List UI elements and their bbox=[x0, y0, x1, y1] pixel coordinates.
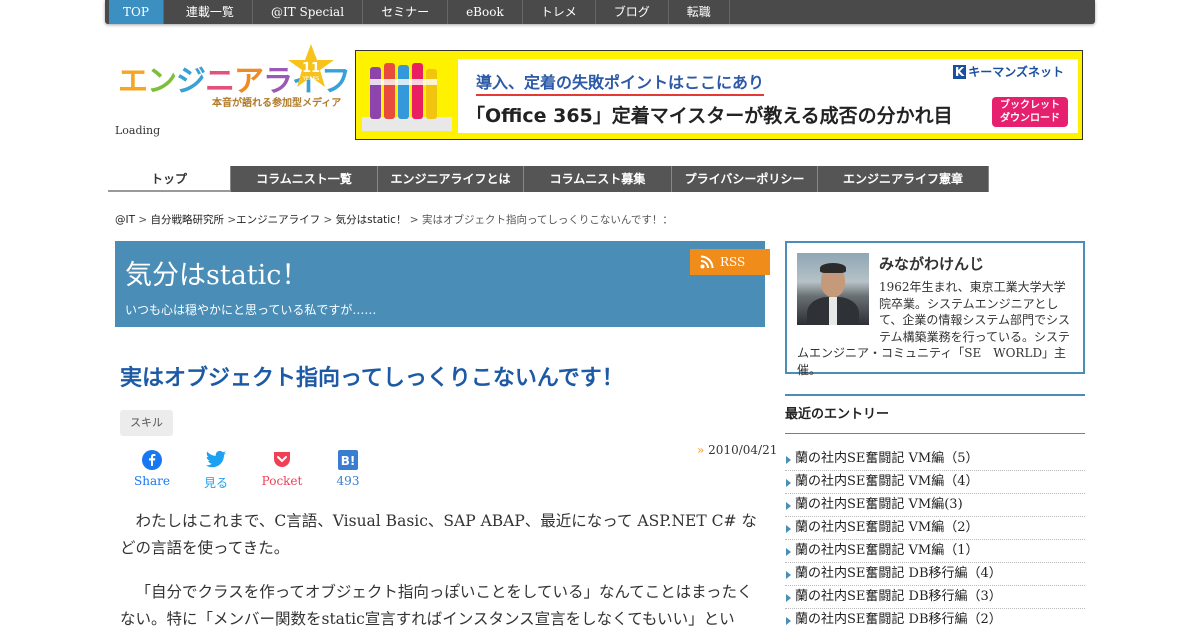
hatena-bookmark-icon: B! bbox=[338, 450, 358, 470]
global-nav-career[interactable]: 転職 bbox=[669, 0, 730, 24]
recent-entry[interactable]: 蘭の社内SE奮闘記 VM編（5） bbox=[785, 448, 1085, 471]
brand-mark-icon: K bbox=[952, 65, 967, 79]
breadcrumb-jibun[interactable]: 自分戦略研究所 bbox=[151, 214, 225, 226]
breadcrumb-current: 実はオブジェクト指向ってしっくりこないんです！： bbox=[421, 214, 673, 226]
share-pocket-label: Pocket bbox=[261, 474, 303, 488]
recent-entry[interactable]: 蘭の社内SE奮闘記 DB移行編（4） bbox=[785, 563, 1085, 586]
share-facebook[interactable]: Share bbox=[122, 450, 182, 488]
recent-entries-list: 蘭の社内SE奮闘記 VM編（5） 蘭の社内SE奮闘記 VM編（4） 蘭の社内SE… bbox=[785, 448, 1085, 630]
svg-text:YEARS: YEARS bbox=[302, 76, 319, 82]
article-paragraph: 「自分でクラスを作ってオブジェクト指向っぽいことをしている」なんてことはまったく… bbox=[120, 583, 753, 628]
recent-entry[interactable]: 蘭の社内SE奮闘記 DB移行編（3） bbox=[785, 586, 1085, 609]
global-nav-seminar[interactable]: セミナー bbox=[363, 0, 449, 24]
author-profile: みながわけんじ 1962年生まれ、東京工業大学大学院卒業。システムエンジニアとし… bbox=[785, 241, 1085, 377]
sub-nav-recruit[interactable]: コラムニスト募集 bbox=[524, 166, 672, 192]
article-date: » 2010/04/21 bbox=[697, 443, 778, 457]
breadcrumb-blog[interactable]: 気分はstatic！ bbox=[336, 214, 407, 226]
share-twitter-label: 見る bbox=[203, 476, 228, 490]
logo-subtitle: 本音が語れる参加型メディア bbox=[212, 98, 342, 109]
category-tag[interactable]: スキル bbox=[120, 410, 173, 436]
recent-entry[interactable]: 蘭の社内SE奮闘記 VM編（1） bbox=[785, 540, 1085, 563]
svg-text:B!: B! bbox=[341, 454, 356, 468]
sub-nav-about[interactable]: エンジニアライフとは bbox=[378, 166, 524, 192]
global-nav-special[interactable]: @IT Special bbox=[253, 0, 364, 24]
banner-ad[interactable]: 導入、定着の失敗ポイントはここにあり 「Office 365」定着マイスターが教… bbox=[355, 50, 1083, 140]
blog-title[interactable]: 気分はstatic！ bbox=[125, 253, 308, 292]
anniversary-star-icon: 11 YEARS bbox=[288, 44, 334, 87]
breadcrumb: @IT > 自分戦略研究所 >エンジニアライフ > 気分はstatic！ > 実… bbox=[115, 214, 673, 226]
global-nav-blog[interactable]: ブログ bbox=[596, 0, 669, 24]
sub-nav-columnists[interactable]: コラムニスト一覧 bbox=[231, 166, 378, 192]
breadcrumb-it[interactable]: @IT bbox=[115, 214, 135, 226]
blog-header: 気分はstatic！ いつも心は穏やかにと思っている私ですが…… RSS bbox=[115, 241, 770, 327]
article-title[interactable]: 実はオブジェクト指向ってしっくりこないんです！ bbox=[120, 360, 624, 392]
sub-nav-privacy[interactable]: プライバシーポリシー bbox=[672, 166, 818, 192]
global-nav-top[interactable]: TOP bbox=[109, 0, 164, 24]
recent-entry[interactable]: 蘭の社内SE奮闘記 VM編(3) bbox=[785, 494, 1085, 517]
share-pocket[interactable]: Pocket bbox=[252, 450, 312, 488]
banner-content: 導入、定着の失敗ポイントはここにあり 「Office 365」定着マイスターが教… bbox=[458, 59, 1078, 133]
date-marker-icon: » bbox=[697, 443, 705, 457]
author-name[interactable]: みながわけんじ bbox=[879, 253, 984, 274]
banner-headline: 導入、定着の失敗ポイントはここにあり bbox=[476, 69, 765, 96]
rss-label: RSS bbox=[720, 255, 746, 269]
recent-entry[interactable]: 蘭の社内SE奮闘記 VM編（4） bbox=[785, 471, 1085, 494]
twitter-icon bbox=[205, 450, 227, 468]
recent-entry[interactable]: 蘭の社内SE奮闘記 VM編（2） bbox=[785, 517, 1085, 540]
global-nav-toreme[interactable]: トレメ bbox=[523, 0, 596, 24]
author-bio: 1962年生まれ、東京工業大学大学院卒業。システムエンジニアとして、企業の情報シ… bbox=[797, 280, 1071, 377]
banner-download-button[interactable]: ブックレット ダウンロード bbox=[992, 97, 1068, 127]
recent-entry[interactable]: 蘭の社内SE奮闘記 DB移行編（2） bbox=[785, 609, 1085, 630]
global-nav-ebook[interactable]: eBook bbox=[448, 0, 523, 24]
pocket-icon bbox=[274, 452, 290, 467]
global-nav: TOP 連載一覧 @IT Special セミナー eBook トレメ ブログ … bbox=[105, 0, 1095, 24]
facebook-icon bbox=[142, 450, 162, 470]
site-logo[interactable]: エンジニアライフ 11 YEARS 本音が語れる参加型メディア bbox=[118, 42, 351, 112]
global-nav-series[interactable]: 連載一覧 bbox=[168, 0, 253, 24]
article-paragraph: わたしはこれまで、C言語、Visual Basic、SAP ABAP、最近になっ… bbox=[120, 512, 757, 557]
rss-icon bbox=[700, 255, 714, 269]
sub-nav-top[interactable]: トップ bbox=[108, 166, 231, 192]
loading-text: Loading bbox=[115, 124, 161, 137]
banner-title: 「Office 365」定着マイスターが教える成否の分かれ目 bbox=[466, 105, 953, 127]
breadcrumb-engineerlife[interactable]: エンジニアライフ bbox=[236, 214, 320, 226]
rss-button[interactable]: RSS bbox=[690, 249, 770, 275]
share-hatena[interactable]: B! 493 bbox=[318, 450, 378, 488]
marker-pens-image bbox=[362, 63, 452, 131]
share-twitter[interactable]: 見る bbox=[186, 450, 246, 491]
banner-brand: K キーマンズネット bbox=[952, 65, 1064, 79]
share-facebook-label: Share bbox=[134, 474, 170, 488]
sub-nav-charter[interactable]: エンジニアライフ憲章 bbox=[818, 166, 989, 192]
share-hatena-count: 493 bbox=[336, 474, 360, 488]
recent-entries-heading: 最近のエントリー bbox=[785, 394, 1085, 434]
svg-text:11: 11 bbox=[302, 61, 320, 76]
blog-description: いつも心は穏やかにと思っている私ですが…… bbox=[125, 303, 377, 317]
sub-nav: トップ コラムニスト一覧 エンジニアライフとは コラムニスト募集 プライバシーポ… bbox=[108, 166, 1095, 192]
